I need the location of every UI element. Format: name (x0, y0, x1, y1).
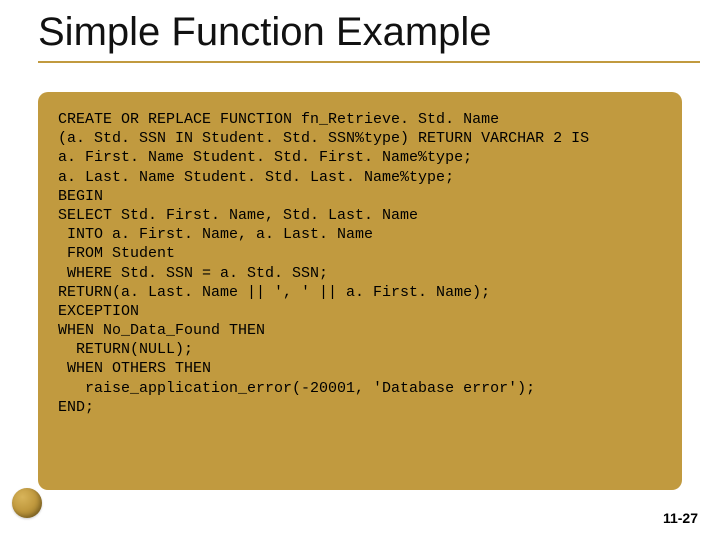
code-panel: CREATE OR REPLACE FUNCTION fn_Retrieve. … (38, 92, 682, 490)
code-block: CREATE OR REPLACE FUNCTION fn_Retrieve. … (58, 110, 664, 417)
slide: Simple Function Example CREATE OR REPLAC… (0, 0, 720, 540)
decorative-sphere-icon (12, 488, 42, 518)
title-area: Simple Function Example (38, 10, 700, 63)
page-title: Simple Function Example (38, 10, 700, 61)
title-underline (38, 61, 700, 63)
page-number: 11-27 (663, 510, 698, 526)
